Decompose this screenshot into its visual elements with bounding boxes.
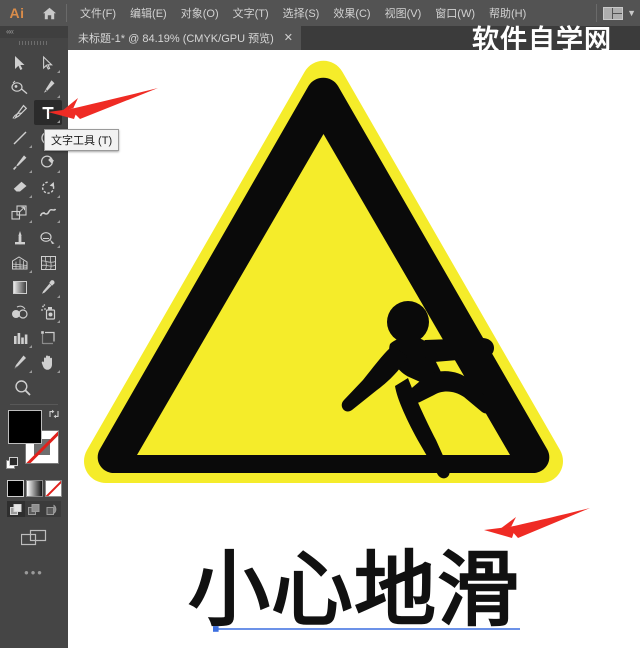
column-graph-tool[interactable] <box>6 325 34 350</box>
flyout-triangle-icon <box>57 120 60 123</box>
screen-mode-button[interactable] <box>0 529 68 547</box>
flyout-triangle-icon <box>57 170 60 173</box>
flyout-triangle-icon <box>57 195 60 198</box>
menu-item-list: 文件(F) 编辑(E) 对象(O) 文字(T) 选择(S) 效果(C) 视图(V… <box>73 1 533 25</box>
flyout-triangle-icon <box>57 370 60 373</box>
none-fill-button[interactable] <box>44 480 62 497</box>
flyout-triangle-icon <box>29 270 32 273</box>
flyout-triangle-icon <box>57 295 60 298</box>
direct-selection-tool[interactable] <box>34 50 62 75</box>
color-controls <box>6 408 62 478</box>
menu-object[interactable]: 对象(O) <box>174 1 226 25</box>
selection-tool[interactable] <box>6 50 34 75</box>
slice-tool[interactable] <box>6 350 34 375</box>
scale-tool[interactable] <box>6 200 34 225</box>
workspace-switcher[interactable]: ▼ <box>594 0 636 26</box>
home-icon[interactable] <box>34 0 64 26</box>
flyout-triangle-icon <box>57 95 60 98</box>
hand-tool[interactable] <box>34 350 62 375</box>
text-anchor-point <box>213 626 219 632</box>
flyout-triangle-icon <box>29 170 32 173</box>
menu-view[interactable]: 视图(V) <box>378 1 429 25</box>
menu-divider <box>66 4 67 22</box>
document-tab-bar: 未标题-1* @ 84.19% (CMYK/GPU 预览) ✕ <box>68 26 640 50</box>
mesh-tool[interactable] <box>34 250 62 275</box>
flyout-triangle-icon <box>57 220 60 223</box>
swap-fill-stroke-icon[interactable] <box>48 408 60 420</box>
flyout-triangle-icon <box>57 70 60 73</box>
menu-edit[interactable]: 编辑(E) <box>123 1 174 25</box>
perspective-grid-tool[interactable] <box>6 250 34 275</box>
flyout-triangle-icon <box>29 220 32 223</box>
free-transform-tool[interactable] <box>6 225 34 250</box>
app-logo: Ai <box>9 5 25 21</box>
pencil-shaper-tool[interactable] <box>34 150 62 175</box>
gradient-tool[interactable] <box>6 275 34 300</box>
collapse-panel-button[interactable]: «« <box>6 27 14 37</box>
draw-behind-button[interactable] <box>25 501 43 517</box>
flyout-triangle-icon <box>29 145 32 148</box>
shape-builder-tool[interactable] <box>34 225 62 250</box>
draw-inside-button[interactable] <box>43 501 61 517</box>
width-warp-tool[interactable] <box>34 200 62 225</box>
symbol-sprayer-tool[interactable] <box>34 300 62 325</box>
illustrator-window: Ai 文件(F) 编辑(E) 对象(O) 文字(T) 选择(S) 效果(C) 视… <box>0 0 640 648</box>
menu-divider-right <box>596 4 598 22</box>
curvature-tool[interactable] <box>6 100 34 125</box>
magic-wand-tool[interactable] <box>6 75 34 100</box>
tool-grid <box>6 50 62 375</box>
type-tool[interactable] <box>34 100 62 125</box>
menu-window[interactable]: 窗口(W) <box>428 1 482 25</box>
menu-select[interactable]: 选择(S) <box>276 1 327 25</box>
tools-panel-grip[interactable] <box>0 38 68 48</box>
workspace-layout-icon[interactable] <box>603 6 624 20</box>
more-tools-button[interactable]: ••• <box>0 565 68 580</box>
paintbrush-tool[interactable] <box>6 150 34 175</box>
close-icon[interactable]: ✕ <box>284 32 293 44</box>
blend-tool[interactable] <box>6 300 34 325</box>
flyout-triangle-icon <box>29 195 32 198</box>
gradient-fill-button[interactable] <box>25 480 43 497</box>
tools-panel-header: «« <box>0 26 68 38</box>
flyout-triangle-icon <box>57 320 60 323</box>
flyout-triangle-icon <box>57 245 60 248</box>
draw-normal-button[interactable] <box>7 501 25 517</box>
chevron-down-icon[interactable]: ▼ <box>627 8 636 18</box>
document-tab[interactable]: 未标题-1* @ 84.19% (CMYK/GPU 预览) ✕ <box>68 26 301 50</box>
tools-panel: «« ••• <box>0 26 68 648</box>
menu-type[interactable]: 文字(T) <box>226 1 276 25</box>
menu-bar: Ai 文件(F) 编辑(E) 对象(O) 文字(T) 选择(S) 效果(C) 视… <box>0 0 640 26</box>
artwork-slippery-floor-sign[interactable]: 小心地滑 <box>68 50 640 648</box>
document-tab-label: 未标题-1* @ 84.19% (CMYK/GPU 预览) <box>78 33 274 45</box>
fill-swatch[interactable] <box>8 410 42 444</box>
menu-effect[interactable]: 效果(C) <box>326 1 377 25</box>
flyout-triangle-icon <box>29 345 32 348</box>
line-segment-tool[interactable] <box>6 125 34 150</box>
artboard-tool[interactable] <box>34 325 62 350</box>
artboard-canvas[interactable]: 小心地滑 <box>68 50 640 648</box>
rotate-tool[interactable] <box>34 175 62 200</box>
eyedropper-tool[interactable] <box>34 275 62 300</box>
flyout-triangle-icon <box>29 370 32 373</box>
menu-help[interactable]: 帮助(H) <box>482 1 533 25</box>
color-fill-button[interactable] <box>6 480 24 497</box>
tools-divider <box>10 404 58 405</box>
fill-mode-buttons <box>6 480 62 497</box>
caption-text[interactable]: 小心地滑 <box>188 543 520 638</box>
pen-tool[interactable] <box>34 75 62 100</box>
eraser-tool[interactable] <box>6 175 34 200</box>
none-slash2-icon <box>45 481 61 496</box>
default-fill-stroke-icon[interactable] <box>6 457 19 470</box>
grip-dots-icon <box>19 41 49 45</box>
menu-file[interactable]: 文件(F) <box>73 1 123 25</box>
draw-mode-buttons <box>6 501 62 517</box>
zoom-tool[interactable] <box>0 375 68 400</box>
tool-tooltip: 文字工具 (T) <box>44 129 120 151</box>
